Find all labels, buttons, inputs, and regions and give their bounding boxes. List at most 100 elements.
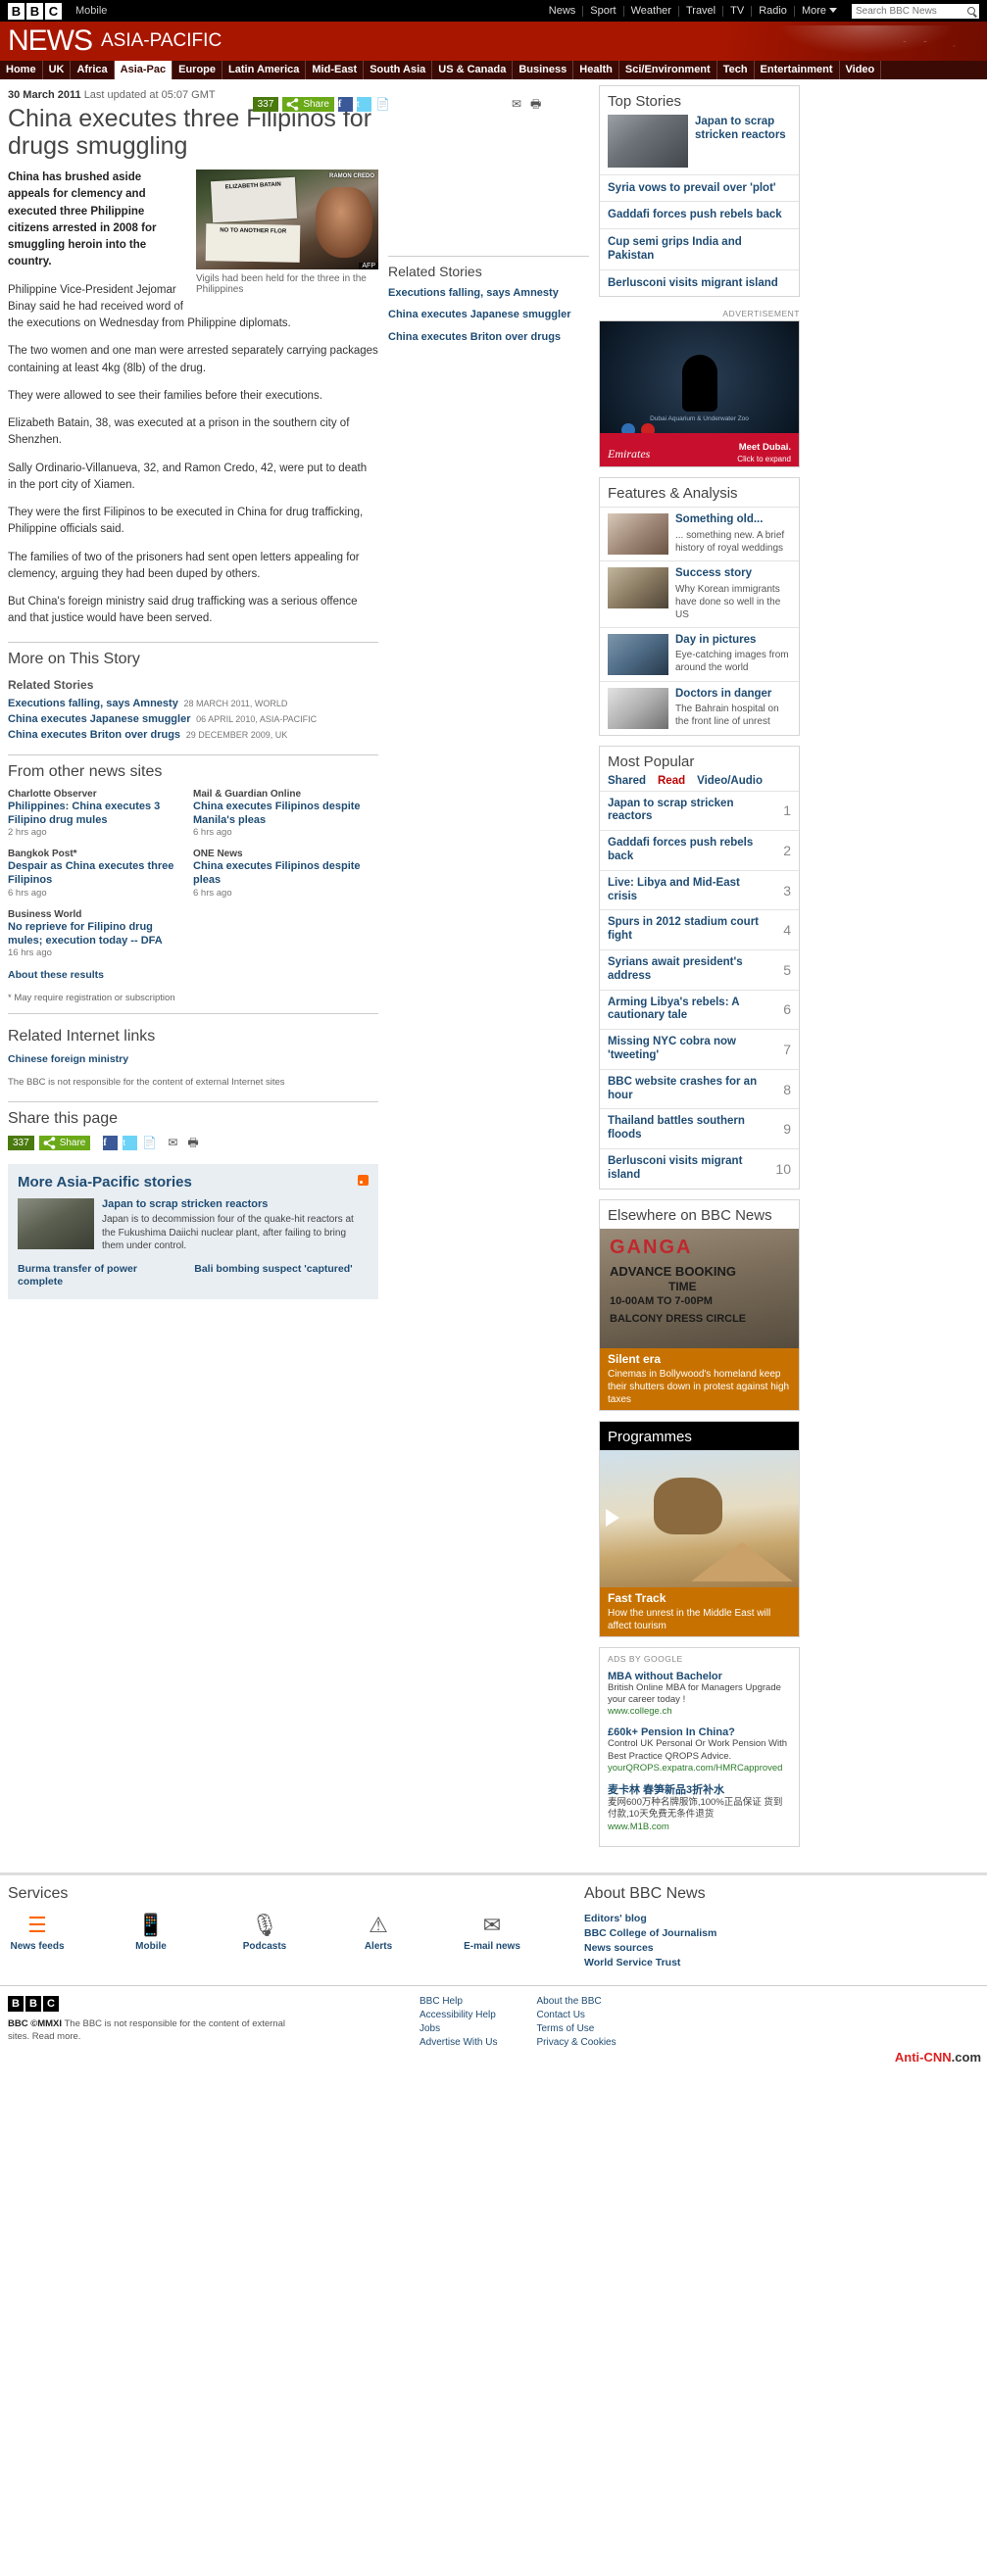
google-ad-title-2[interactable]: £60k+ Pension In China? xyxy=(608,1726,735,1738)
internet-link-1[interactable]: Chinese foreign ministry xyxy=(8,1053,378,1067)
footer-link-privacy[interactable]: Privacy & Cookies xyxy=(536,2037,616,2048)
section-nav-video[interactable]: Video xyxy=(840,61,882,79)
news-link-5[interactable]: No reprieve for Filipino drug mules; exe… xyxy=(8,920,185,948)
feature-link-1[interactable]: Something old... xyxy=(675,513,791,527)
related-story-link-1[interactable]: Executions falling, says Amnesty xyxy=(8,698,178,709)
feature-link-3[interactable]: Day in pictures xyxy=(675,634,791,648)
top-story-link-2[interactable]: Gaddafi forces push rebels back xyxy=(600,202,799,227)
feature-thumbnail-1[interactable] xyxy=(608,512,668,555)
search-input[interactable] xyxy=(856,5,963,17)
service-email-news[interactable]: ✉ E-mail news xyxy=(463,1913,521,1952)
print-icon[interactable]: 🖶 xyxy=(187,1136,202,1150)
about-link-2[interactable]: BBC College of Journalism xyxy=(584,1927,979,1939)
section-nav-sci-environment[interactable]: Sci/Environment xyxy=(619,61,717,79)
footer-link-contact-us[interactable]: Contact Us xyxy=(536,2010,616,2020)
mobile-link[interactable]: Mobile xyxy=(75,5,107,17)
popular-link-8[interactable]: BBC website crashes for an hour xyxy=(600,1070,773,1109)
section-nav-tech[interactable]: Tech xyxy=(717,61,755,79)
news-link-1[interactable]: Philippines: China executes 3 Filipino d… xyxy=(8,800,185,828)
feature-thumbnail-4[interactable] xyxy=(608,687,668,729)
news-link-3[interactable]: Despair as China executes three Filipino… xyxy=(8,859,185,888)
share-count[interactable]: 337 xyxy=(252,97,279,112)
section-nav-europe[interactable]: Europe xyxy=(173,61,223,79)
share-more-icon[interactable]: 📄 xyxy=(375,97,390,112)
twitter-icon[interactable]: t xyxy=(357,97,371,112)
global-nav-radio[interactable]: Radio xyxy=(752,5,795,17)
section-nav-latin-america[interactable]: Latin America xyxy=(222,61,307,79)
top-stories-lead-link[interactable]: Japan to scrap stricken reactors xyxy=(695,115,791,168)
section-nav-home[interactable]: Home xyxy=(0,61,43,79)
section-nav-mid-east[interactable]: Mid-East xyxy=(306,61,365,79)
about-these-results-link[interactable]: About these results xyxy=(8,969,378,983)
email-icon[interactable]: ✉ xyxy=(512,97,526,112)
advertisement-banner[interactable]: Dubai Aquarium & Underwater Zoo Emirates… xyxy=(599,319,800,467)
popular-link-3[interactable]: Live: Libya and Mid-East crisis xyxy=(600,871,773,910)
about-link-4[interactable]: World Service Trust xyxy=(584,1957,979,1968)
rss-icon[interactable] xyxy=(358,1174,369,1186)
footer-link-terms[interactable]: Terms of Use xyxy=(536,2023,616,2034)
news-link-2[interactable]: China executes Filipinos despite Manila'… xyxy=(193,800,370,828)
related-story-link-3[interactable]: China executes Briton over drugs xyxy=(8,729,180,741)
popular-link-1[interactable]: Japan to scrap stricken reactors xyxy=(600,792,773,831)
footer-bbc-logo[interactable]: B B C xyxy=(8,1995,302,2012)
more-stories-link-1[interactable]: Burma transfer of power complete xyxy=(18,1263,182,1289)
feature-link-4[interactable]: Doctors in danger xyxy=(675,688,791,702)
top-story-link-4[interactable]: Berlusconi visits migrant island xyxy=(600,270,799,296)
popular-link-2[interactable]: Gaddafi forces push rebels back xyxy=(600,831,773,870)
related-column-link-1[interactable]: Executions falling, says Amnesty xyxy=(388,286,589,300)
google-ad-title-1[interactable]: MBA without Bachelor xyxy=(608,1671,722,1682)
popular-link-9[interactable]: Thailand battles southern floods xyxy=(600,1109,773,1148)
global-nav-news[interactable]: News xyxy=(542,5,584,17)
elsewhere-title[interactable]: Silent era xyxy=(608,1352,791,1366)
popular-link-6[interactable]: Arming Libya's rebels: A cautionary tale xyxy=(600,991,773,1030)
service-alerts[interactable]: ⚠ Alerts xyxy=(349,1913,408,1952)
section-nav-business[interactable]: Business xyxy=(513,61,574,79)
global-nav-more[interactable]: More xyxy=(795,5,844,17)
share-more-icon[interactable]: 📄 xyxy=(142,1136,157,1150)
facebook-icon[interactable]: f xyxy=(338,97,353,112)
about-link-3[interactable]: News sources xyxy=(584,1942,979,1954)
footer-link-bbc-help[interactable]: BBC Help xyxy=(419,1996,497,2007)
google-ad-url-2[interactable]: yourQROPS.expatra.com/HMRCapproved xyxy=(608,1763,791,1774)
global-nav-tv[interactable]: TV xyxy=(723,5,753,17)
popular-link-4[interactable]: Spurs in 2012 stadium court fight xyxy=(600,910,773,949)
ad-cta-line-2[interactable]: Click to expand xyxy=(737,455,791,463)
facebook-icon[interactable]: f xyxy=(103,1135,119,1150)
service-mobile[interactable]: 📱 Mobile xyxy=(122,1913,180,1952)
top-story-link-3[interactable]: Cup semi grips India and Pakistan xyxy=(600,229,799,269)
feature-thumbnail-2[interactable] xyxy=(608,566,668,608)
section-nav-entertainment[interactable]: Entertainment xyxy=(755,61,840,79)
masthead-brand[interactable]: NEWS xyxy=(8,24,93,58)
about-link-1[interactable]: Editors' blog xyxy=(584,1913,979,1924)
play-icon[interactable] xyxy=(606,1508,619,1527)
news-link-4[interactable]: China executes Filipinos despite pleas xyxy=(193,859,370,888)
section-nav-south-asia[interactable]: South Asia xyxy=(364,61,433,79)
footer-link-advertise[interactable]: Advertise With Us xyxy=(419,2037,497,2048)
global-nav-travel[interactable]: Travel xyxy=(679,5,724,17)
global-nav-weather[interactable]: Weather xyxy=(624,5,679,17)
more-stories-link-2[interactable]: Bali bombing suspect 'captured' xyxy=(194,1263,359,1289)
service-podcasts[interactable]: 🎙 Podcasts xyxy=(235,1913,294,1952)
footer-link-jobs[interactable]: Jobs xyxy=(419,2023,497,2034)
share-count-bottom[interactable]: 337 xyxy=(8,1135,34,1150)
ad-cta-line-1[interactable]: Meet Dubai. xyxy=(739,442,791,453)
top-stories-thumbnail[interactable] xyxy=(608,115,688,168)
section-nav-africa[interactable]: Africa xyxy=(71,61,115,79)
feature-thumbnail-3[interactable] xyxy=(608,633,668,675)
section-nav-uk[interactable]: UK xyxy=(43,61,72,79)
share-button[interactable]: Share xyxy=(282,97,334,112)
email-icon[interactable]: ✉ xyxy=(168,1136,182,1150)
related-story-link-2[interactable]: China executes Japanese smuggler xyxy=(8,713,190,725)
elsewhere-image[interactable]: GANGA ADVANCE BOOKING TIME 10-00AM TO 7-… xyxy=(600,1228,799,1348)
programmes-image[interactable] xyxy=(600,1449,799,1587)
related-column-link-3[interactable]: China executes Briton over drugs xyxy=(388,330,589,344)
twitter-icon[interactable]: t xyxy=(123,1135,138,1150)
google-ad-url-1[interactable]: www.college.ch xyxy=(608,1706,791,1717)
print-icon[interactable]: 🖶 xyxy=(530,97,545,112)
feature-link-2[interactable]: Success story xyxy=(675,567,791,581)
section-nav-us-canada[interactable]: US & Canada xyxy=(432,61,514,79)
popular-link-7[interactable]: Missing NYC cobra now 'tweeting' xyxy=(600,1030,773,1069)
bbc-logo[interactable]: B B C xyxy=(8,2,62,20)
related-column-link-2[interactable]: China executes Japanese smuggler xyxy=(388,308,589,321)
more-stories-thumbnail[interactable] xyxy=(18,1197,94,1249)
